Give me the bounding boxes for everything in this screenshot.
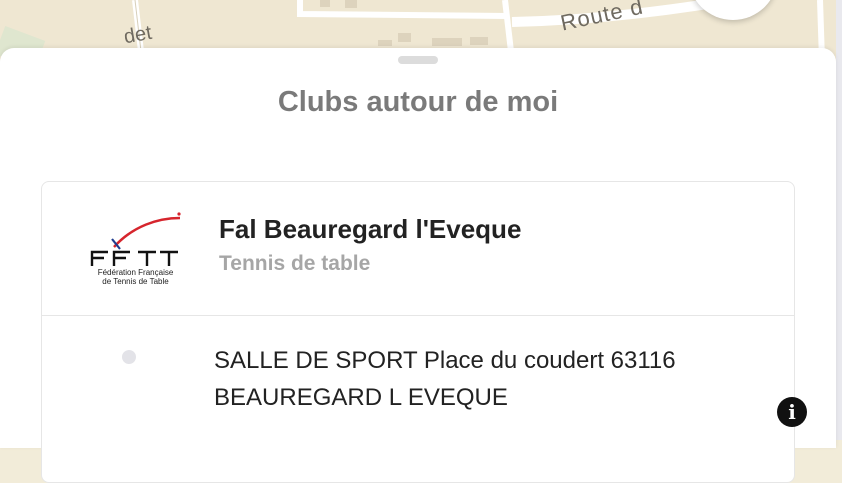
right-edge [836,0,842,440]
drag-handle[interactable] [398,56,438,64]
logo-caption-line: Fédération Française [97,268,174,277]
map-road-label: det [122,21,154,49]
logo-caption-line: de Tennis de Table [102,277,169,286]
fftt-logo-caption: Fédération Française de Tennis de Table [88,268,183,286]
address-line: SALLE DE SPORT Place du coudert 63116 [214,347,676,374]
info-circle-icon[interactable]: i [777,397,807,427]
bottom-sheet[interactable]: Clubs autour de moi Fédération Française [0,48,836,483]
club-sport: Tennis de table [219,252,371,275]
address-line: BEAUREGARD L EVEQUE [214,384,508,411]
club-address: SALLE DE SPORT Place du coudert 63116 BE… [214,342,734,416]
location-dot-icon [122,350,136,364]
fftt-logo: Fédération Française de Tennis de Table [88,208,183,288]
club-card-header[interactable]: Fédération Française de Tennis de Table … [42,182,794,316]
club-name: Fal Beauregard l'Eveque [219,214,522,244]
club-card[interactable]: Fédération Française de Tennis de Table … [41,181,795,483]
sheet-title: Clubs autour de moi [277,86,559,118]
